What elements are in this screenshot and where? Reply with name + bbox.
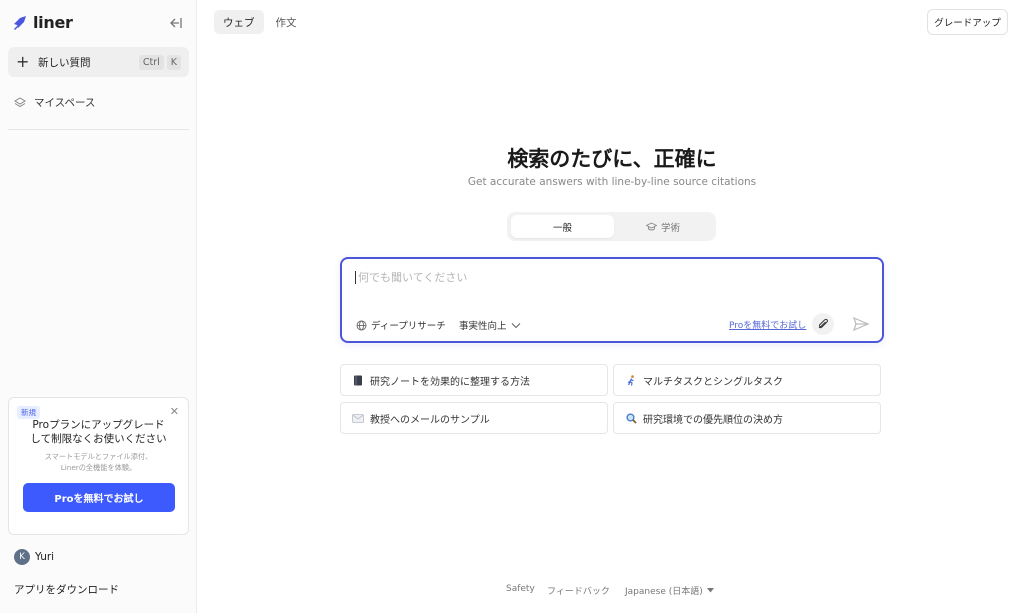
user-name: Yuri — [35, 551, 55, 563]
pro-upgrade-card: 新規 ✕ Proプランにアップグレード して制限なくお使いください スマートモデ… — [8, 397, 189, 535]
tab-writing[interactable]: 作文 — [267, 10, 306, 34]
suggestion-label: マルチタスクとシングルタスク — [643, 376, 783, 388]
magnifier-icon — [625, 412, 637, 424]
suggestion-card[interactable]: 研究環境での優先順位の決め方 — [613, 402, 881, 434]
promo-sub-line1: スマートモデルとファイル添付、 — [44, 452, 153, 461]
collapse-sidebar-icon[interactable] — [166, 15, 184, 31]
myspace-label: マイスペース — [34, 97, 96, 109]
notebook-icon — [352, 374, 364, 386]
sidebar: liner + 新しい質問 Ctrl K マイスペース 新規 ✕ Proプランに… — [0, 0, 197, 613]
try-pro-link[interactable]: Proを無料でお試し — [729, 318, 806, 331]
mode-academic[interactable]: 学術 — [614, 215, 712, 238]
suggestion-label: 研究環境での優先順位の決め方 — [643, 414, 783, 426]
rocket-icon — [14, 15, 26, 30]
factuality-label: 事実性向上 — [459, 321, 507, 332]
promo-sub-line2: Linerの全機能を体験。 — [60, 463, 137, 472]
page-title: 検索のたびに、正確に — [507, 147, 717, 171]
factuality-dropdown[interactable]: 事実性向上 — [459, 318, 521, 332]
liner-logo[interactable]: liner — [12, 13, 73, 32]
upgrade-button[interactable]: グレードアップ — [927, 9, 1008, 35]
language-label: Japanese (日本語) — [625, 587, 703, 597]
deep-research-label: ディープリサーチ — [371, 321, 446, 332]
suggestion-card[interactable]: マルチタスクとシングルタスク — [613, 364, 881, 396]
globe-icon — [356, 320, 367, 330]
send-button[interactable] — [851, 314, 871, 334]
shortcut-ctrl: Ctrl — [138, 54, 164, 70]
promo-subtitle: スマートモデルとファイル添付、 Linerの全機能を体験。 — [9, 451, 188, 473]
promo-title: Proプランにアップグレード して制限なくお使いください — [9, 418, 188, 446]
send-icon — [853, 317, 869, 331]
avatar: K — [14, 549, 30, 565]
promo-title-line1: Proプランにアップグレード — [32, 419, 165, 431]
plus-icon: + — [16, 52, 30, 71]
mode-general[interactable]: 一般 — [511, 215, 614, 238]
suggestion-label: 研究ノートを効果的に整理する方法 — [370, 376, 530, 388]
safety-link[interactable]: Safety — [506, 584, 535, 594]
deep-research-toggle[interactable]: ディープリサーチ — [356, 318, 446, 332]
search-mode-toggle: 一般 学術 — [507, 212, 716, 241]
new-question-label: 新しい質問 — [38, 56, 91, 69]
search-box: ディープリサーチ 事実性向上 Proを無料でお試し — [340, 257, 884, 343]
mode-tabs: ウェブ 作文 — [214, 10, 306, 34]
promo-title-line2: して制限なくお使いください — [30, 433, 167, 445]
mode-academic-label: 学術 — [660, 222, 680, 234]
language-selector[interactable]: Japanese (日本語) — [625, 584, 714, 597]
graduation-cap-icon — [645, 221, 657, 230]
suggestion-card[interactable]: 研究ノートを効果的に整理する方法 — [340, 364, 608, 396]
chevron-down-icon — [511, 322, 520, 328]
logo-text: liner — [33, 13, 73, 32]
runner-icon — [625, 374, 637, 386]
sidebar-item-myspace[interactable]: マイスペース — [14, 95, 95, 110]
layers-icon — [14, 96, 26, 107]
sidebar-divider — [8, 129, 189, 130]
new-question-button[interactable]: + 新しい質問 Ctrl K — [8, 47, 189, 77]
page-subtitle: Get accurate answers with line-by-line s… — [467, 176, 757, 188]
shortcut-k: K — [166, 54, 181, 70]
suggestion-label: 教授へのメールのサンプル — [370, 414, 490, 426]
feedback-link[interactable]: フィードバック — [547, 584, 610, 597]
user-profile[interactable]: K Yuri — [14, 549, 54, 565]
search-input[interactable] — [355, 271, 865, 284]
paperclip-icon — [818, 318, 828, 329]
close-icon[interactable]: ✕ — [170, 405, 179, 418]
tab-web[interactable]: ウェブ — [214, 10, 264, 34]
envelope-icon — [352, 412, 364, 424]
attach-file-button[interactable] — [812, 313, 834, 335]
suggestion-card[interactable]: 教授へのメールのサンプル — [340, 402, 608, 434]
caret-down-icon — [706, 588, 714, 593]
download-app-link[interactable]: アプリをダウンロード — [14, 582, 119, 597]
try-pro-button[interactable]: Proを無料でお試し — [23, 483, 175, 512]
